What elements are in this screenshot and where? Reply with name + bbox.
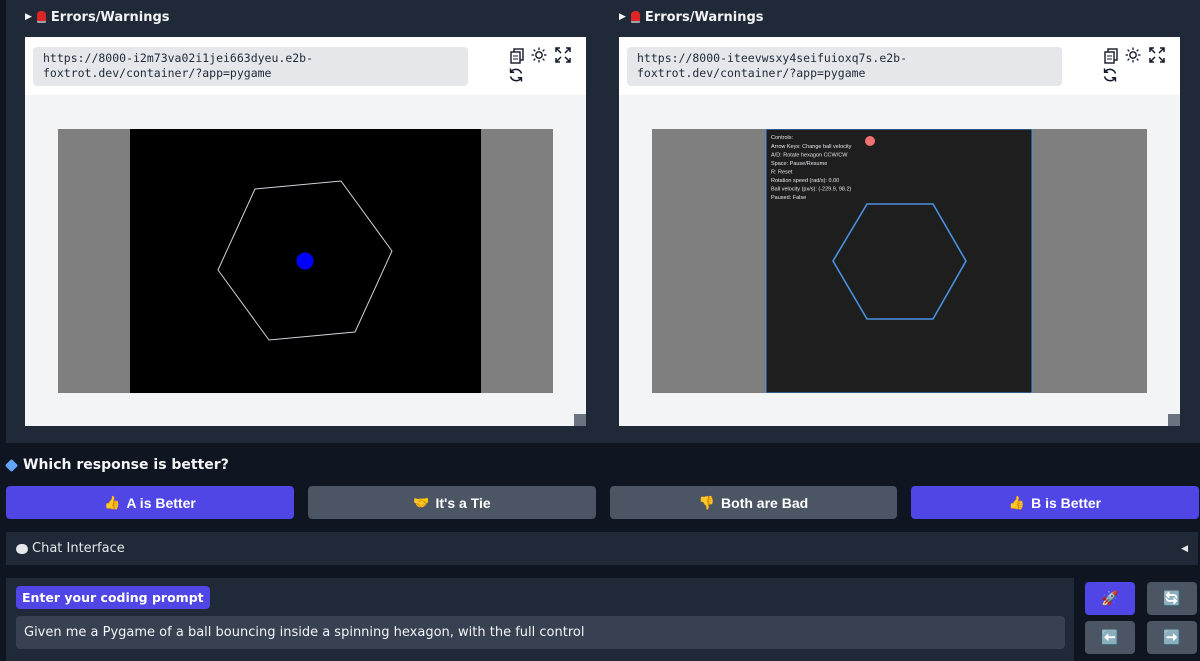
url-line-2: foxtrot.dev/container/?app=pygame: [637, 66, 866, 80]
button-label: Both are Bad: [721, 494, 809, 511]
b-is-better-button[interactable]: 👍 B is Better: [911, 486, 1199, 519]
a-is-better-button[interactable]: 👍 A is Better: [6, 486, 294, 519]
overlay-line: Space: Pause/Resume: [771, 161, 827, 167]
overlay-line: A/D: Rotate hexagon CCW/CW: [771, 153, 848, 159]
rocket-icon: 🚀: [1101, 590, 1119, 607]
collapse-triangle-icon: ◀: [1181, 543, 1188, 554]
prompt-panel: Enter your coding prompt Given me a Pyga…: [6, 578, 1074, 661]
url-line-1: https://8000-i2m73va02i1jei663dyeu.e2b-: [43, 51, 314, 65]
send-button[interactable]: 🚀: [1085, 582, 1135, 615]
model-b-panel: ▶ Errors/Warnings https://8000-iteevwsxy…: [600, 0, 1180, 443]
question-text: Which response is better?: [23, 457, 229, 473]
sandbox-frame: [25, 95, 586, 426]
expand-icon[interactable]: [555, 47, 571, 63]
clear-button[interactable]: 🔄: [1147, 582, 1197, 615]
refresh-icon[interactable]: [508, 67, 524, 83]
arrow-right-icon: ➡️: [1163, 629, 1181, 646]
speech-bubble-icon: [16, 543, 28, 554]
overlay-line: Rotation speed (rad/s): 0.00: [771, 178, 839, 184]
url-line-2: foxtrot.dev/container/?app=pygame: [43, 66, 272, 80]
errors-label: Errors/Warnings: [644, 9, 764, 25]
sandbox-url[interactable]: https://8000-iteevwsxy4seifuioxq7s.e2b- …: [627, 47, 1062, 86]
copy-icon[interactable]: [509, 48, 525, 64]
errors-label: Errors/Warnings: [50, 9, 170, 25]
prompt-input[interactable]: Given me a Pygame of a ball bouncing ins…: [16, 616, 1065, 649]
siren-icon: [36, 11, 46, 23]
expand-triangle-icon: ▶: [25, 12, 32, 22]
sandbox-b: https://8000-iteevwsxy4seifuioxq7s.e2b- …: [619, 37, 1180, 426]
chat-interface-accordion[interactable]: Chat Interface ◀: [6, 532, 1198, 565]
model-a-panel: ▶ Errors/Warnings https://8000-i2m73va02…: [6, 0, 586, 443]
button-label: B is Better: [1031, 494, 1102, 511]
vote-question: Which response is better?: [4, 456, 229, 474]
siren-icon: [630, 11, 640, 23]
button-label: It's a Tie: [435, 494, 491, 511]
pygame-canvas[interactable]: Controls: Arrow Keys: Change ball veloci…: [652, 129, 1147, 393]
handshake-icon: 🤝: [413, 494, 430, 510]
errors-warnings-toggle-a[interactable]: ▶ Errors/Warnings: [25, 8, 170, 26]
overlay-line: Paused: False: [771, 195, 806, 201]
pygame-canvas[interactable]: [58, 129, 553, 393]
arrow-left-icon: ⬅️: [1101, 629, 1119, 646]
arena-panel: ▶ Errors/Warnings https://8000-i2m73va02…: [6, 0, 1200, 443]
resize-handle[interactable]: [574, 414, 586, 426]
cycle-icon: 🔄: [1163, 590, 1181, 607]
copy-icon[interactable]: [1103, 48, 1119, 64]
next-button[interactable]: ➡️: [1147, 621, 1197, 654]
expand-triangle-icon: ▶: [619, 12, 626, 22]
sandbox-url[interactable]: https://8000-i2m73va02i1jei663dyeu.e2b- …: [33, 47, 468, 86]
url-line-1: https://8000-iteevwsxy4seifuioxq7s.e2b-: [637, 51, 908, 65]
expand-icon[interactable]: [1149, 47, 1165, 63]
button-label: A is Better: [126, 494, 196, 511]
thumbs-down-icon: 👎: [698, 494, 716, 510]
overlay-line: Arrow Keys: Change ball velocity: [771, 144, 852, 150]
sandbox-frame: Controls: Arrow Keys: Change ball veloci…: [619, 95, 1180, 426]
thumbs-up-icon: 👍: [104, 494, 121, 510]
cube-icon: [4, 458, 19, 472]
tie-button[interactable]: 🤝 It's a Tie: [308, 486, 596, 519]
previous-button[interactable]: ⬅️: [1085, 621, 1135, 654]
accordion-label: Chat Interface: [32, 541, 125, 556]
overlay-line: R: Reset: [771, 170, 793, 176]
overlay-line: Controls:: [771, 135, 793, 141]
sandbox-a: https://8000-i2m73va02i1jei663dyeu.e2b- …: [25, 37, 586, 426]
prompt-label: Enter your coding prompt: [16, 586, 210, 609]
both-bad-button[interactable]: 👎 Both are Bad: [610, 486, 897, 519]
thumbs-up-icon: 👍: [1008, 494, 1026, 510]
sun-icon[interactable]: [531, 47, 547, 63]
resize-handle[interactable]: [1168, 414, 1180, 426]
sun-icon[interactable]: [1125, 47, 1141, 63]
prompt-text: Given me a Pygame of a ball bouncing ins…: [24, 625, 585, 640]
errors-warnings-toggle-b[interactable]: ▶ Errors/Warnings: [619, 8, 764, 26]
overlay-line: Ball velocity (px/s): (-229.9, 98.2): [771, 187, 852, 193]
refresh-icon[interactable]: [1102, 67, 1118, 83]
